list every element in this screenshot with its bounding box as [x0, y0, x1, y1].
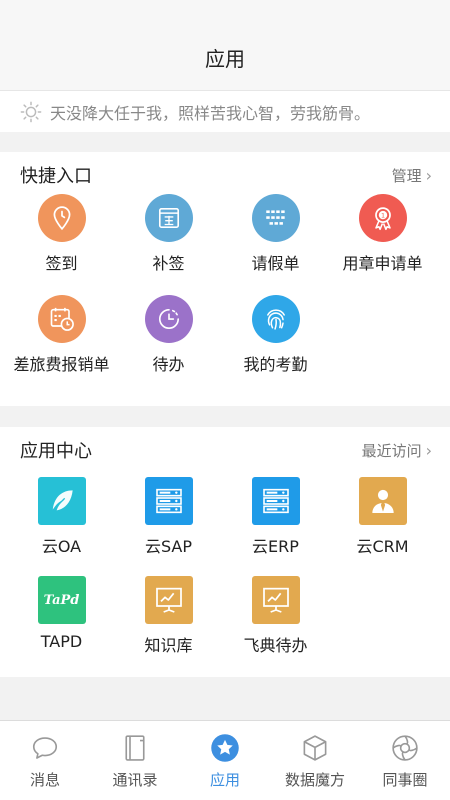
clock-icon: [144, 295, 193, 343]
list-grid-icon: [251, 194, 300, 242]
quick-item-checkin[interactable]: 签到: [8, 194, 115, 295]
top-header: 应用: [0, 0, 450, 90]
tab-label: 数据魔方: [284, 771, 345, 789]
app-item-cloud-erp[interactable]: 云ERP: [222, 477, 329, 576]
app-item-knowledge-base[interactable]: 知识库: [115, 576, 222, 675]
tab-colleagues[interactable]: 同事圈: [360, 721, 450, 800]
manage-label: 管理: [391, 166, 422, 185]
tapd-logo-text: TaPd: [43, 592, 80, 608]
app-item-label: 云OA: [41, 537, 82, 556]
quick-item-label: 签到: [45, 254, 78, 273]
app-center-header: 应用中心 最近访问 ›: [0, 427, 450, 473]
quick-item-travel-expense[interactable]: 差旅费报销单: [8, 295, 115, 396]
svg-text:1: 1: [380, 211, 384, 219]
quick-item-label: 补签: [152, 254, 185, 273]
app-center-card: 应用中心 最近访问 › 云OA 云SAP 云ERP 云CRM TaPd TAPD…: [0, 427, 450, 677]
app-item-cloud-oa[interactable]: 云OA: [8, 477, 115, 576]
tab-label: 消息: [29, 771, 60, 789]
quick-item-label: 差旅费报销单: [13, 355, 110, 374]
quick-item-label: 我的考勤: [243, 355, 308, 374]
chevron-right-icon: ›: [425, 165, 432, 185]
app-item-label: 云CRM: [356, 537, 409, 556]
person-tie-icon: [358, 477, 407, 525]
app-item-label: 知识库: [144, 636, 193, 655]
server-rack-icon: [144, 477, 193, 525]
quick-item-todo[interactable]: 待办: [115, 295, 222, 396]
quick-item-label: 待办: [152, 355, 185, 374]
quick-entry-title: 快捷入口: [20, 166, 92, 187]
cube-icon: [300, 733, 330, 763]
chevron-right-icon: ›: [425, 440, 432, 460]
fingerprint-icon: [251, 295, 300, 343]
star-icon: [210, 733, 240, 763]
quick-item-resign[interactable]: 补签: [115, 194, 222, 295]
app-item-tapd[interactable]: TaPd TAPD: [8, 576, 115, 675]
app-item-label: 云SAP: [144, 537, 193, 556]
page-title: 应用: [205, 47, 245, 71]
app-center-title: 应用中心: [20, 441, 92, 462]
app-item-cloud-crm[interactable]: 云CRM: [329, 477, 436, 576]
recent-visits-label: 最近访问: [361, 441, 422, 460]
quick-item-my-attendance[interactable]: 我的考勤: [222, 295, 329, 396]
quick-entry-header: 快捷入口 管理 ›: [0, 152, 450, 198]
motto-text: 天没降大任于我，照样苦我心智，劳我筋骨。: [50, 103, 371, 123]
quick-item-leave[interactable]: 请假单: [222, 194, 329, 295]
app-item-label: 飞典待办: [243, 636, 308, 655]
tab-data-cube[interactable]: 数据魔方: [270, 721, 360, 800]
recent-visits-link[interactable]: 最近访问 ›: [362, 440, 432, 461]
server-rack-icon: [251, 477, 300, 525]
tab-contacts[interactable]: 通讯录: [90, 721, 180, 800]
app-item-label: TAPD: [40, 632, 83, 651]
quick-entry-card: 快捷入口 管理 › 签到 补签 请假单 1 用章申请单 差旅费报销单 待办 我的…: [0, 152, 450, 406]
tab-messages[interactable]: 消息: [0, 721, 90, 800]
app-item-feidian-todo[interactable]: 飞典待办: [222, 576, 329, 675]
presentation-board-icon: [144, 576, 193, 624]
sun-icon: [20, 101, 42, 122]
calendar-clock-icon: [37, 295, 86, 343]
quick-item-label: 请假单: [251, 254, 300, 273]
bottom-tab-bar: 消息 通讯录 应用 数据魔方 同事圈: [0, 720, 450, 800]
motto-bar: 天没降大任于我，照样苦我心智，劳我筋骨。: [0, 90, 450, 132]
tab-label: 应用: [209, 771, 240, 789]
quick-item-seal-request[interactable]: 1 用章申请单: [329, 194, 436, 295]
quick-item-label: 用章申请单: [342, 254, 423, 273]
manage-link[interactable]: 管理 ›: [392, 165, 432, 186]
app-item-label: 云ERP: [252, 537, 299, 556]
tab-label: 同事圈: [382, 771, 428, 789]
award-badge-icon: 1: [358, 194, 407, 242]
app-item-cloud-sap[interactable]: 云SAP: [115, 477, 222, 576]
tab-label: 通讯录: [112, 771, 158, 789]
tab-apps[interactable]: 应用: [180, 721, 270, 800]
address-book-icon: [120, 733, 150, 763]
chat-bubble-icon: [30, 733, 60, 763]
feather-logo-icon: [37, 477, 86, 525]
signing-form-icon: [144, 194, 193, 242]
presentation-board-icon: [251, 576, 300, 624]
tapd-logo-icon: TaPd: [37, 576, 86, 624]
location-pin-icon: [37, 194, 86, 242]
aperture-icon: [390, 733, 420, 763]
